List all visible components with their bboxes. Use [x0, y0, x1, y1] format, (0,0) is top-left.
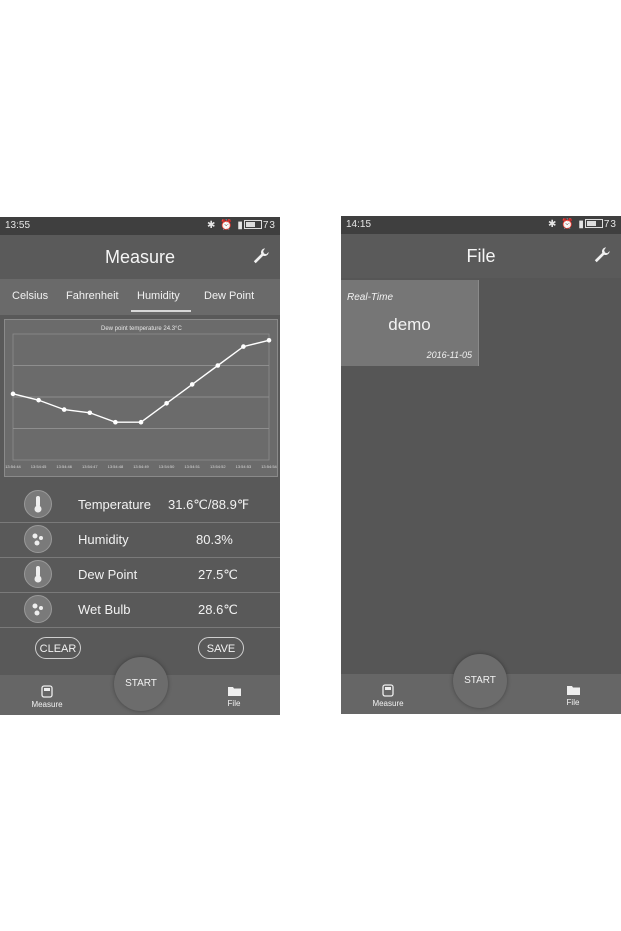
status-bar: 14:15 ✱ ⏰ ▮ 73	[341, 216, 621, 234]
meter-icon	[382, 684, 394, 697]
nav-file-label: File	[566, 698, 580, 707]
series-line	[12, 339, 270, 423]
battery-level: 73	[603, 219, 617, 230]
meter-icon	[41, 685, 53, 698]
data-point	[189, 382, 195, 387]
status-time: 13:55	[5, 220, 31, 231]
nav-measure[interactable]: Measure	[22, 685, 72, 709]
x-tick-label: 13:54:51	[184, 464, 200, 469]
status-icons: ✱ ⏰ ▮ 73	[547, 219, 617, 230]
file-screen: 14:15 ✱ ⏰ ▮ 73 File Real-Time demo 2016-1…	[341, 216, 621, 714]
unit-tabs: Celsius Fahrenheit Humidity Dew Point	[0, 279, 280, 315]
nav-measure-label: Measure	[31, 700, 63, 709]
reading-label: Dew Point	[78, 567, 138, 582]
data-point	[138, 419, 144, 425]
file-kind: Real-Time	[347, 292, 394, 303]
x-tick-label: 13:54:44	[5, 464, 21, 469]
reading-row-humidity: Humidity 80.3%	[0, 522, 280, 558]
status-bar: 13:55 ✱ ⏰ ▮ 73	[0, 217, 280, 235]
x-tick-label: 13:54:48	[108, 464, 124, 469]
file-date: 2016-11-05	[426, 350, 472, 360]
clear-button[interactable]: CLEAR	[35, 637, 81, 659]
battery-icon	[584, 219, 603, 228]
tab-humidity[interactable]: Humidity	[137, 290, 180, 302]
wrench-settings-icon[interactable]	[252, 247, 270, 265]
reading-value: 28.6℃	[198, 602, 238, 617]
page-title: File	[466, 246, 496, 266]
measure-screen: 13:55 ✱ ⏰ ▮ 73 Measure Celsius Fahrenheit…	[0, 217, 280, 715]
data-point	[36, 397, 41, 403]
tab-celsius[interactable]: Celsius	[12, 290, 48, 302]
data-point	[87, 410, 93, 416]
battery-level: 73	[262, 220, 276, 231]
data-point	[266, 338, 272, 343]
nav-file[interactable]: File	[548, 684, 598, 707]
reading-row-wet-bulb: Wet Bulb 28.6℃	[0, 592, 280, 628]
chart-svg: Dew point temperature 24.3°C 13:54:44 13:…	[5, 326, 277, 469]
x-tick-label: 13:54:47	[82, 464, 98, 469]
file-name: demo	[388, 315, 431, 334]
data-point	[113, 419, 118, 425]
app-header: File	[341, 234, 621, 278]
reading-row-temperature: Temperature 31.6℃/88.9℉	[0, 487, 280, 523]
save-button[interactable]: SAVE	[198, 637, 244, 659]
folder-icon	[566, 686, 580, 695]
active-tab-indicator	[131, 310, 191, 312]
x-tick-label: 13:54:45	[31, 464, 47, 469]
reading-row-dew-point: Dew Point 27.5℃	[0, 557, 280, 593]
humidity-drops-icon	[24, 525, 52, 553]
data-point	[164, 401, 169, 406]
nav-file-label: File	[227, 699, 241, 708]
reading-value: 80.3%	[196, 532, 233, 547]
x-tick-label: 13:54:52	[210, 464, 226, 469]
reading-value: 27.5℃	[198, 567, 238, 582]
x-tick-label: 13:54:54	[261, 464, 277, 469]
tab-dew-point[interactable]: Dew Point	[204, 290, 254, 302]
status-time: 14:15	[346, 219, 372, 230]
nav-measure-label: Measure	[372, 699, 404, 708]
x-tick-label: 13:54:53	[236, 464, 252, 469]
reading-value: 31.6℃/88.9℉	[168, 497, 250, 512]
app-header: Measure	[0, 235, 280, 279]
battery-icon	[243, 220, 262, 229]
wrench-settings-icon[interactable]	[593, 246, 611, 264]
x-tick-label: 13:54:46	[56, 464, 72, 469]
tab-fahrenheit[interactable]: Fahrenheit	[66, 290, 119, 302]
reading-label: Wet Bulb	[78, 602, 131, 617]
file-item[interactable]: Real-Time demo 2016-11-05	[341, 280, 479, 366]
thermometer-icon	[24, 560, 52, 588]
thermometer-icon	[24, 490, 52, 518]
reading-label: Humidity	[78, 532, 129, 547]
data-point	[215, 363, 221, 368]
folder-icon	[227, 687, 241, 696]
x-tick-label: 13:54:50	[159, 464, 175, 469]
reading-label: Temperature	[78, 497, 151, 512]
nav-file[interactable]: File	[209, 685, 259, 708]
start-button[interactable]: START	[453, 654, 507, 708]
dew-point-chart: Dew point temperature 24.3°C 13:54:44 13:…	[4, 319, 278, 477]
data-point	[10, 391, 16, 397]
data-point	[61, 407, 67, 412]
data-point	[241, 344, 246, 349]
x-tick-label: 13:54:49	[133, 464, 149, 469]
humidity-drops-icon	[24, 595, 52, 623]
start-button[interactable]: START	[114, 657, 168, 711]
page-title: Measure	[104, 247, 176, 267]
status-icons: ✱ ⏰ ▮ 73	[206, 220, 276, 231]
nav-measure[interactable]: Measure	[363, 684, 413, 708]
chart-title: Dew point temperature 24.3°C	[101, 326, 182, 332]
